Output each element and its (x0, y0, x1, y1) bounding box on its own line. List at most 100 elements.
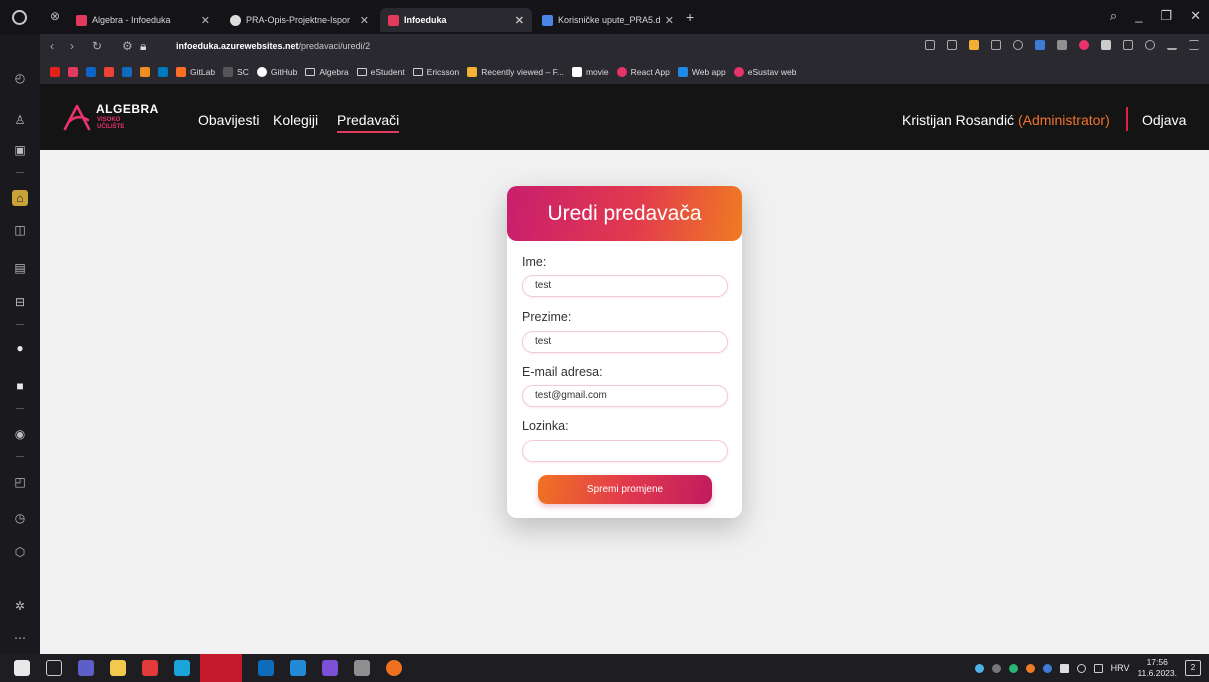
first-name-field[interactable]: test (522, 275, 728, 297)
last-name-field[interactable]: test (522, 331, 728, 353)
bookmark-folder-ericsson[interactable]: Ericsson (412, 67, 459, 77)
more-icon[interactable]: ⋯ (12, 630, 28, 646)
extensions-icon[interactable]: ⬡ (12, 544, 28, 560)
profile-icon[interactable] (1145, 40, 1155, 50)
reload-icon[interactable]: ↻ (92, 39, 102, 53)
nav-kolegiji[interactable]: Kolegiji (273, 112, 318, 128)
tray-app-icon[interactable] (974, 663, 984, 673)
ai-icon[interactable]: ▣ (12, 142, 28, 158)
workspace-icon[interactable]: ◫ (12, 222, 28, 238)
docs-favicon-icon (542, 14, 553, 26)
cyberduck-icon[interactable] (174, 660, 190, 676)
bookmark-movie[interactable]: movie (571, 67, 609, 77)
bookmark-react-app[interactable]: React App (616, 67, 670, 77)
heart-icon[interactable] (1013, 40, 1023, 50)
bookmark-youtube[interactable] (50, 67, 60, 77)
close-tab-icon[interactable]: ✕ (665, 14, 674, 27)
send-icon[interactable] (991, 40, 1001, 50)
minimize-icon[interactable]: _ (1135, 8, 1142, 24)
briefcase-icon[interactable]: ⊟ (12, 294, 28, 310)
password-field[interactable] (522, 440, 728, 462)
todoist-icon[interactable] (142, 660, 158, 676)
extension-mask-icon[interactable] (1057, 40, 1067, 50)
search-tabs-icon[interactable]: ⌕ (1110, 8, 1117, 24)
database-icon[interactable] (354, 660, 370, 676)
volume-icon[interactable] (1093, 663, 1103, 673)
site-settings-icon[interactable]: ⚙ (122, 39, 133, 53)
new-tab-button[interactable]: + (686, 9, 694, 25)
tab-pra-opis[interactable]: PRA-Opis-Projektne-Ispor ✕ (222, 8, 377, 32)
task-view-icon[interactable] (46, 660, 62, 676)
opera-menu-icon[interactable] (12, 10, 27, 25)
restore-icon[interactable]: ❐ (1160, 8, 1172, 24)
bookmark-ext[interactable] (140, 67, 150, 77)
close-tab-icon[interactable]: ✕ (360, 14, 369, 27)
camera-icon[interactable] (947, 40, 957, 50)
pinboard-icon[interactable]: ◰ (12, 474, 28, 490)
bookmark-recently-viewed[interactable]: Recently viewed – F... (467, 67, 564, 77)
close-tab-icon[interactable]: ✕ (515, 14, 524, 27)
postman-icon[interactable] (386, 660, 402, 676)
tab-infoeduka[interactable]: Infoeduka ✕ (380, 8, 532, 32)
bookmark-github[interactable]: GitHub (256, 67, 297, 77)
file-explorer-icon[interactable] (110, 660, 126, 676)
home-icon[interactable]: ⌂ (12, 190, 28, 206)
back-icon[interactable]: ‹ (50, 39, 54, 53)
tab-korisnicke-upute[interactable]: Korisničke upute_PRA5.doc ✕ (534, 8, 682, 32)
bookmark-linkedin[interactable] (86, 67, 96, 77)
forward-icon[interactable]: › (70, 39, 74, 53)
shield-icon[interactable] (969, 40, 979, 50)
keyboard-language[interactable]: HRV (1111, 663, 1130, 673)
bookmark-folder-algebra[interactable]: Algebra (305, 67, 349, 77)
outlook-taskbar-icon[interactable] (258, 660, 274, 676)
tray-app-icon[interactable] (991, 663, 1001, 673)
windows-start-icon[interactable] (14, 660, 30, 676)
tray-app-icon[interactable] (1008, 663, 1018, 673)
settings-icon[interactable]: ✲ (12, 598, 28, 614)
notification-center-icon[interactable]: 2 (1185, 660, 1201, 676)
battery-icon[interactable] (1059, 663, 1069, 673)
bookmark-folder-estudent[interactable]: eStudent (356, 67, 405, 77)
save-changes-button[interactable]: Spremi promjene (538, 475, 712, 504)
bookmark-gitlab[interactable]: GitLab (176, 67, 215, 77)
nav-obavijesti[interactable]: Obavijesti (198, 112, 259, 128)
snapshot-icon[interactable] (925, 40, 935, 50)
algebra-logo[interactable]: ALGEBRA VISOKO UČILIŠTE (62, 102, 162, 138)
close-window-icon[interactable]: ✕ (1190, 8, 1201, 24)
bookmark-outlook[interactable] (122, 67, 132, 77)
vscode-icon[interactable] (290, 660, 306, 676)
clock[interactable]: 17:56 11.6.2023. (1137, 657, 1177, 679)
extension-gear-icon[interactable] (1101, 40, 1111, 50)
bookmark-gmail[interactable] (104, 67, 114, 77)
shopping-icon[interactable]: ♙ (12, 112, 28, 128)
speed-dial-icon[interactable]: ◴ (12, 70, 28, 86)
easy-setup-icon[interactable] (1189, 40, 1199, 50)
logout-link[interactable]: Odjava (1142, 112, 1186, 128)
extensions-cube-icon[interactable] (1123, 40, 1133, 50)
nav-predavaci[interactable]: Predavači (337, 112, 400, 133)
tab-algebra-infoeduka[interactable]: Algebra - Infoeduka ✕ (68, 8, 218, 32)
teams-icon[interactable] (78, 660, 94, 676)
download-icon[interactable] (1167, 40, 1177, 50)
whatsapp-icon[interactable]: ● (12, 340, 28, 356)
extension-translate-icon[interactable] (1035, 40, 1045, 50)
bookmark-trello[interactable] (158, 67, 168, 77)
opera-taskbar-icon[interactable] (200, 654, 242, 682)
bookmark-algebra[interactable] (68, 67, 78, 77)
email-field[interactable]: test@gmail.com (522, 385, 728, 407)
player-icon[interactable]: ◉ (12, 426, 28, 442)
wifi-icon[interactable] (1076, 663, 1086, 673)
bookmark-web-app[interactable]: Web app (677, 67, 726, 77)
visual-studio-icon[interactable] (322, 660, 338, 676)
notes-icon[interactable]: ▤ (12, 260, 28, 276)
messenger-icon[interactable]: ■ (12, 378, 28, 394)
tray-app-icon[interactable] (1042, 663, 1052, 673)
bookmark-sc[interactable]: SC (223, 67, 249, 77)
bookmark-esustav[interactable]: eSustav web (733, 67, 796, 77)
history-icon[interactable]: ◷ (12, 510, 28, 526)
extension-color-icon[interactable] (1079, 40, 1089, 50)
tray-app-icon[interactable] (1025, 663, 1035, 673)
tab-islands-icon[interactable]: ⊗ (50, 9, 60, 23)
close-tab-icon[interactable]: ✕ (201, 14, 210, 27)
url-field[interactable]: infoeduka.azurewebsites.net/predavaci/ur… (176, 41, 370, 51)
